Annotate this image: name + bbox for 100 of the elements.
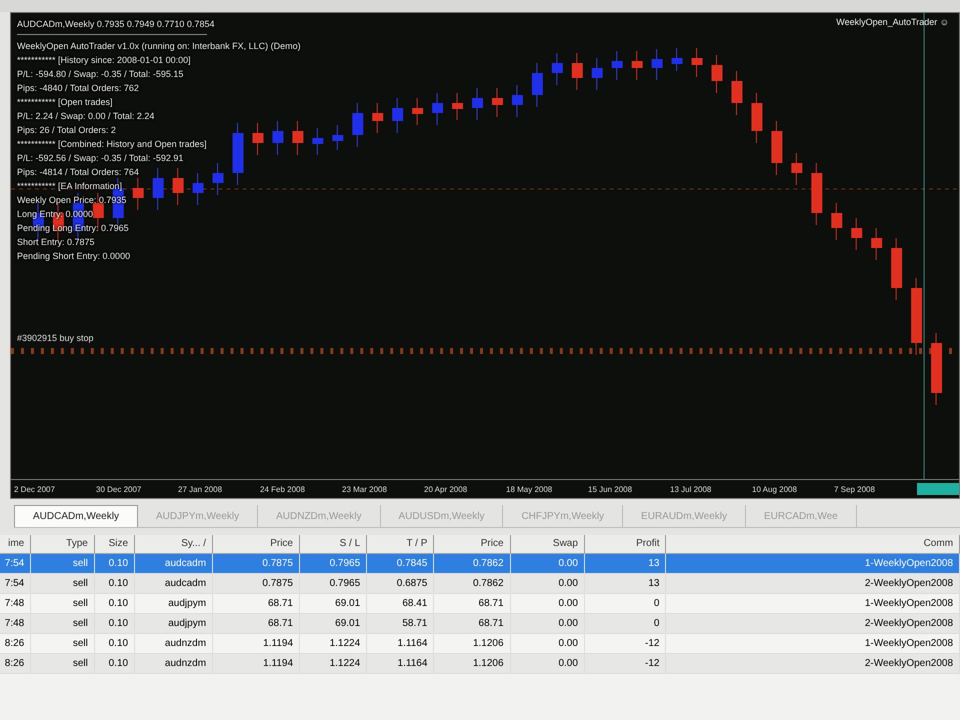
info-line: *********** [Combined: History and Open trades] bbox=[17, 138, 208, 151]
table-cell: 0.00 bbox=[510, 654, 585, 673]
info-line: Pending Short Entry: 0.0000 bbox=[17, 250, 132, 263]
order-row[interactable]: 7:48 sell 0.10 audjpym 68.71 69.01 68.41 68.71 0.00 0 1-WeeklyOpen2008 bbox=[0, 594, 960, 614]
expert-label: WeeklyOpen_AutoTrader ☺ bbox=[836, 17, 949, 27]
order-row[interactable]: 7:54 sell 0.10 audcadm 0.7875 0.7965 0.6875 0.7862 0.00 13 2-WeeklyOpen2008 bbox=[0, 574, 960, 594]
info-line: P/L: -592.56 / Swap: -0.35 / Total: -592.91 bbox=[17, 152, 184, 165]
table-cell: 8:26 bbox=[0, 654, 32, 673]
order-row[interactable]: 7:54 sell 0.10 audcadm 0.7875 0.7965 0.7845 0.7862 0.00 13 1-WeeklyOpen2008 bbox=[0, 554, 960, 574]
table-cell: 7:54 bbox=[0, 574, 32, 593]
table-cell: -12 bbox=[584, 654, 666, 673]
column-header[interactable]: Swap bbox=[510, 535, 585, 553]
table-cell: 0.00 bbox=[510, 614, 585, 633]
candlestick bbox=[192, 172, 204, 206]
table-cell: sell bbox=[31, 554, 95, 573]
table-cell: 0.10 bbox=[94, 574, 136, 593]
table-cell: 8:26 bbox=[0, 634, 32, 653]
chart-tab[interactable]: AUDCADm,Weekly bbox=[14, 505, 138, 527]
date-label: 20 Apr 2008 bbox=[423, 484, 468, 494]
column-header[interactable]: Size bbox=[94, 535, 136, 553]
table-cell: 0.7875 bbox=[213, 574, 300, 593]
table-cell: 0.00 bbox=[510, 574, 585, 593]
table-cell: 1.1206 bbox=[434, 654, 511, 673]
date-label: 23 Mar 2008 bbox=[341, 484, 388, 494]
candlestick bbox=[612, 50, 623, 80]
table-cell: 1.1224 bbox=[300, 634, 368, 653]
candlestick bbox=[392, 98, 404, 134]
candlestick bbox=[851, 218, 862, 250]
table-cell: 0 bbox=[584, 614, 666, 633]
candlestick bbox=[232, 122, 244, 186]
table-cell: 0.7965 bbox=[300, 574, 368, 593]
time-marker bbox=[917, 483, 959, 495]
table-cell: sell bbox=[31, 634, 95, 653]
table-cell: 1.1206 bbox=[434, 634, 511, 653]
table-cell: audjpym bbox=[135, 594, 214, 613]
table-cell: 0.7845 bbox=[367, 554, 434, 573]
table-cell: 69.01 bbox=[300, 594, 368, 613]
candlestick bbox=[811, 162, 822, 226]
info-line: Pips: 26 / Total Orders: 2 bbox=[17, 124, 117, 137]
candlestick bbox=[292, 120, 304, 156]
column-header[interactable]: Comm bbox=[666, 535, 960, 553]
date-label: 30 Dec 2007 bbox=[95, 484, 142, 494]
date-label: 2 Dec 2007 bbox=[13, 484, 56, 494]
candlestick bbox=[412, 98, 424, 126]
table-cell: 0.7862 bbox=[434, 554, 511, 573]
table-cell: 2-WeeklyOpen2008 bbox=[666, 574, 960, 593]
candlestick bbox=[172, 168, 184, 206]
table-cell: 0.10 bbox=[94, 654, 136, 673]
table-cell: 58.71 bbox=[367, 614, 434, 633]
candlestick bbox=[132, 178, 144, 210]
candlestick bbox=[452, 92, 464, 120]
table-cell: 13 bbox=[584, 574, 666, 593]
table-cell: 0.7875 bbox=[213, 554, 300, 573]
table-cell: 0.10 bbox=[94, 614, 136, 633]
order-label: #3902915 buy stop bbox=[17, 333, 94, 343]
candlestick bbox=[212, 162, 224, 196]
table-cell: 1.1164 bbox=[367, 634, 434, 653]
candlestick bbox=[891, 238, 902, 300]
table-cell: sell bbox=[31, 614, 95, 633]
table-cell: 68.71 bbox=[213, 614, 300, 633]
table-cell: 0.7965 bbox=[300, 554, 368, 573]
date-label: 13 Jul 2008 bbox=[669, 484, 712, 494]
info-line: P/L: 2.24 / Swap: 0.00 / Total: 2.24 bbox=[17, 110, 156, 123]
candlestick bbox=[252, 122, 264, 156]
column-header[interactable]: Sy... / bbox=[135, 535, 214, 553]
table-cell: 2-WeeklyOpen2008 bbox=[666, 614, 960, 633]
candlestick bbox=[751, 92, 762, 144]
table-cell: 1-WeeklyOpen2008 bbox=[666, 634, 960, 653]
table-cell: 0.00 bbox=[510, 554, 585, 573]
column-header[interactable]: S / L bbox=[300, 535, 368, 553]
info-line: P/L: -594.80 / Swap: -0.35 / Total: -595.15 bbox=[17, 68, 184, 81]
order-row[interactable]: 7:48 sell 0.10 audjpym 68.71 69.01 58.71 68.71 0.00 0 2-WeeklyOpen2008 bbox=[0, 614, 960, 634]
table-cell: sell bbox=[31, 574, 95, 593]
table-cell: 1-WeeklyOpen2008 bbox=[666, 594, 960, 613]
column-header[interactable]: ime bbox=[0, 535, 32, 553]
column-header[interactable]: Price bbox=[434, 535, 511, 553]
column-header[interactable]: Type bbox=[31, 535, 95, 553]
order-row[interactable]: 8:26 sell 0.10 audnzdm 1.1194 1.1224 1.1164 1.1206 0.00 -12 2-WeeklyOpen2008 bbox=[0, 654, 960, 674]
table-cell: 0.00 bbox=[510, 634, 585, 653]
info-line: Pips: -4814 / Total Orders: 764 bbox=[17, 166, 140, 179]
candlestick bbox=[572, 52, 583, 90]
candlestick bbox=[632, 50, 643, 80]
date-label: 10 Aug 2008 bbox=[751, 484, 798, 494]
candlestick bbox=[272, 120, 284, 156]
table-cell: 69.01 bbox=[300, 614, 368, 633]
column-header[interactable]: T / P bbox=[367, 535, 434, 553]
table-cell: 68.71 bbox=[213, 594, 300, 613]
candlestick bbox=[791, 152, 802, 186]
candlestick bbox=[352, 102, 364, 148]
table-cell: 1.1224 bbox=[300, 654, 368, 673]
candlestick bbox=[472, 88, 483, 120]
table-cell: 68.41 bbox=[367, 594, 434, 613]
candlestick bbox=[532, 62, 543, 108]
date-label: 18 May 2008 bbox=[505, 484, 554, 494]
column-header[interactable]: Profit bbox=[584, 535, 666, 553]
order-row[interactable]: 8:26 sell 0.10 audnzdm 1.1194 1.1224 1.1164 1.1206 0.00 -12 1-WeeklyOpen2008 bbox=[0, 634, 960, 654]
column-header[interactable]: Price bbox=[213, 535, 300, 553]
candlestick bbox=[692, 48, 703, 78]
table-cell: 0.10 bbox=[94, 634, 136, 653]
table-cell: 1-WeeklyOpen2008 bbox=[666, 554, 960, 573]
